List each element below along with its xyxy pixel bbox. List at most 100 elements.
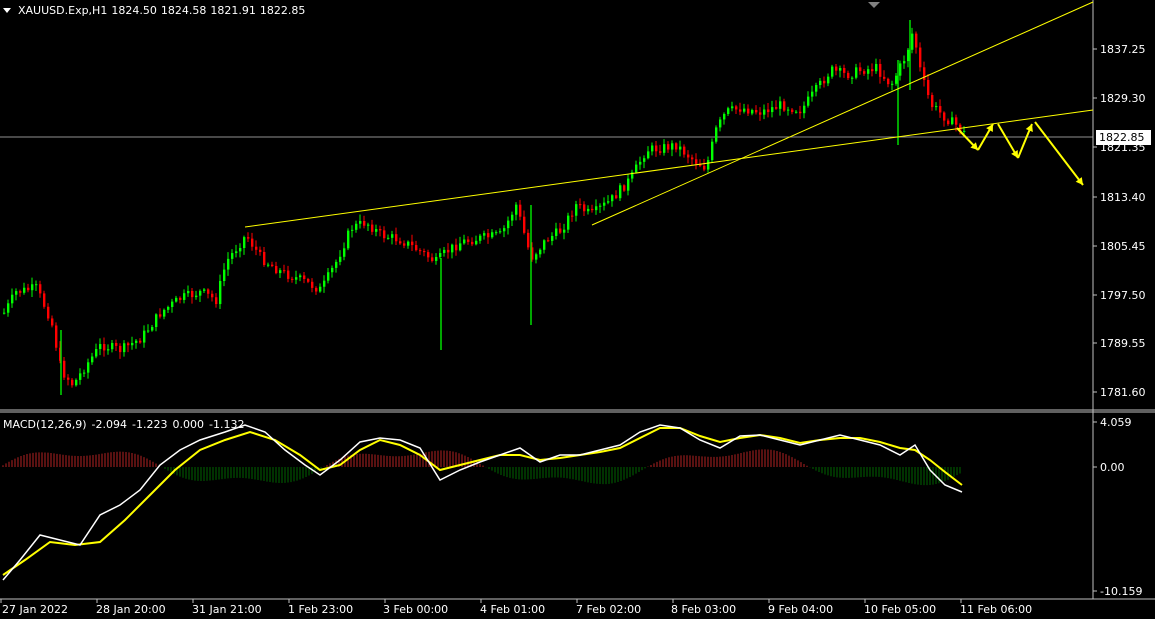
- macd-axis-label: 4.059: [1100, 416, 1132, 429]
- candle-body: [659, 151, 662, 153]
- candle-body: [343, 248, 346, 257]
- candle-body: [299, 275, 302, 278]
- time-label: 7 Feb 02:00: [576, 603, 642, 616]
- candle-body: [463, 239, 466, 244]
- candle-body: [31, 284, 34, 291]
- candle-body: [319, 286, 322, 292]
- candle-body: [295, 277, 298, 280]
- candle-body: [423, 251, 426, 253]
- time-label: 8 Feb 03:00: [671, 603, 737, 616]
- candle-body: [711, 141, 714, 161]
- price-label: 1837.25: [1100, 43, 1146, 56]
- candle-body: [475, 240, 478, 245]
- candle-body: [379, 229, 382, 231]
- candle-body: [819, 80, 822, 86]
- candle-body: [843, 68, 846, 73]
- candle-body: [99, 344, 102, 350]
- candle-body: [715, 127, 718, 142]
- candle-body: [107, 349, 110, 351]
- macd-axis-label: -10.159: [1100, 585, 1143, 598]
- candle-body: [683, 146, 686, 155]
- candle-body: [563, 229, 566, 233]
- candle-body: [763, 109, 766, 115]
- candle-body: [243, 237, 246, 248]
- candle-body: [363, 220, 366, 226]
- candle-body: [747, 108, 750, 114]
- candle-body: [123, 343, 126, 353]
- candle-body: [307, 279, 310, 282]
- candle-body: [899, 63, 902, 76]
- candle-body: [67, 377, 70, 380]
- candle-body: [499, 231, 502, 233]
- candle-body: [931, 95, 934, 108]
- candle-body: [399, 241, 402, 244]
- candle-body: [623, 185, 626, 191]
- candle-body: [51, 318, 54, 326]
- candle-body: [23, 287, 26, 293]
- candle-body: [923, 67, 926, 80]
- candle-body: [507, 220, 510, 229]
- candle-body: [543, 240, 546, 250]
- candle-body: [927, 79, 930, 96]
- symbol-name: XAUUSD.Exp,H1: [18, 4, 108, 17]
- candle-body: [15, 291, 18, 295]
- candle-body: [439, 253, 442, 258]
- candle-body: [231, 253, 234, 259]
- candle-body: [871, 69, 874, 72]
- candle-body: [667, 144, 670, 150]
- candle-body: [719, 119, 722, 128]
- candle-body: [139, 340, 142, 343]
- candle-body: [607, 201, 610, 203]
- chart-shift-marker-icon: [868, 2, 880, 8]
- candle-body: [75, 379, 78, 386]
- candle-body: [367, 224, 370, 226]
- candle-body: [271, 264, 274, 266]
- candle-body: [615, 195, 618, 199]
- close-price: 1822.85: [259, 4, 306, 17]
- candle-body: [859, 67, 862, 72]
- candle-body: [287, 270, 290, 279]
- low-price: 1821.91: [210, 4, 256, 17]
- candle-body: [443, 249, 446, 254]
- candle-body: [115, 342, 118, 346]
- candle-body: [219, 281, 222, 305]
- candle-body: [679, 146, 682, 150]
- candle-body: [239, 247, 242, 252]
- candle-body: [863, 71, 866, 74]
- candle-body: [951, 117, 954, 125]
- projection-arrow: [1034, 121, 1084, 186]
- candle-body: [799, 111, 802, 114]
- candle-body: [783, 101, 786, 111]
- candle-body: [103, 344, 106, 351]
- candle-body: [795, 111, 798, 113]
- candle-body: [95, 349, 98, 357]
- candle-body: [323, 280, 326, 287]
- candle-body: [739, 109, 742, 112]
- candle-body: [183, 293, 186, 300]
- candle-body: [395, 234, 398, 242]
- symbol-header: XAUUSD.Exp,H1 1824.50 1824.58 1821.91 18…: [3, 4, 305, 17]
- menu-triangle-icon[interactable]: [3, 8, 11, 13]
- candle-body: [491, 232, 494, 238]
- candle-body: [495, 232, 498, 234]
- candle-body: [727, 108, 730, 114]
- candle-body: [187, 290, 190, 294]
- candle-body: [127, 343, 130, 346]
- candle-body: [227, 258, 230, 270]
- candle-body: [751, 110, 754, 114]
- candle-body: [555, 228, 558, 236]
- candle-body: [339, 256, 342, 262]
- trendline-lower: [244, 109, 1094, 228]
- candle-body: [147, 330, 150, 332]
- candle-body: [171, 301, 174, 307]
- candle-body: [455, 244, 458, 251]
- chart-canvas[interactable]: [0, 0, 1155, 619]
- candle-body: [43, 293, 46, 307]
- candle-body: [803, 105, 806, 114]
- candle-body: [539, 249, 542, 255]
- candle-body: [847, 72, 850, 79]
- candle-body: [583, 204, 586, 212]
- candle-body: [471, 241, 474, 245]
- candle-body: [535, 254, 538, 260]
- candle-body: [487, 233, 490, 238]
